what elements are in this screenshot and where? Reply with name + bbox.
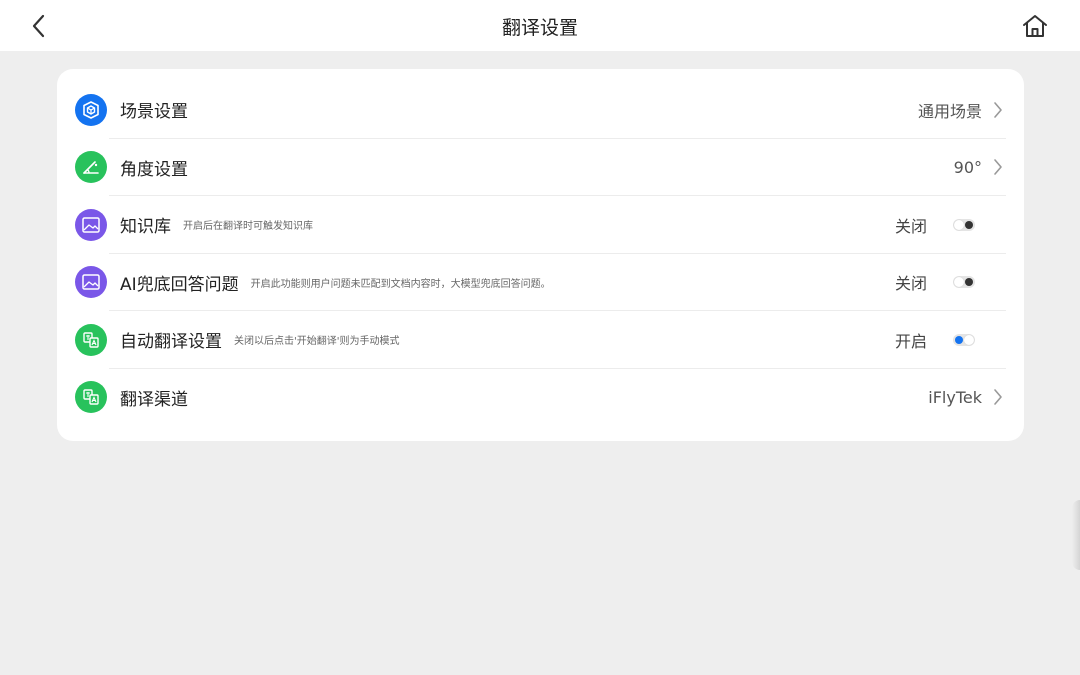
knowledge-base-desc: 开启后在翻译时可触发知识库 [183,221,313,233]
home-button[interactable] [1018,9,1052,43]
home-icon [1023,15,1047,37]
auto-translate-status: 开启 [894,331,927,351]
toggle-knob [965,220,973,229]
ai-fallback-toggle[interactable] [953,276,975,289]
knowledge-base-toggle[interactable] [953,218,975,231]
edge-handle[interactable] [1072,500,1080,570]
translate-channel-label: 翻译渠道 [120,389,188,410]
settings-card: 场景设置 通用场景 角度设置 90° 知识库 开启后在翻译时可触发知识库 关闭 … [57,69,1024,441]
angle-setting-row[interactable]: 角度设置 90° [75,139,1006,197]
translate-icon [75,381,107,414]
scene-setting-value: 通用场景 [917,101,982,121]
angle-setting-label: 角度设置 [120,159,188,180]
scene-setting-row[interactable]: 场景设置 通用场景 [75,81,1006,139]
image-icon [75,208,107,241]
translate-channel-value: iFlyTek [928,387,982,407]
chevron-right-icon [990,386,1006,408]
top-bar: 翻译设置 [0,0,1080,51]
auto-translate-label: 自动翻译设置 [120,332,222,353]
angle-setting-value: 90° [953,157,982,177]
image-icon [75,266,107,299]
auto-translate-row: 自动翻译设置 关闭以后点击'开始翻译'则为手动模式 开启 [75,311,1006,369]
translate-channel-row[interactable]: 翻译渠道 iFlyTek [75,369,1006,427]
chevron-right-icon [990,156,1006,178]
angle-icon [75,151,107,184]
knowledge-base-row: 知识库 开启后在翻译时可触发知识库 关闭 [75,196,1006,254]
ai-fallback-row: AI兜底回答问题 开启此功能则用户问题未匹配到文档内容时，大模型兜底回答问题。 … [75,254,1006,312]
ai-fallback-status: 关闭 [894,274,927,294]
knowledge-base-status: 关闭 [894,216,927,236]
ai-fallback-desc: 开启此功能则用户问题未匹配到文档内容时，大模型兜底回答问题。 [250,278,551,290]
auto-translate-toggle[interactable] [953,333,975,346]
toggle-knob [965,278,973,287]
auto-translate-desc: 关闭以后点击'开始翻译'则为手动模式 [234,336,400,348]
toggle-knob [955,335,963,344]
translate-icon [75,323,107,356]
ai-fallback-label: AI兜底回答问题 [120,274,239,295]
chevron-right-icon [990,99,1006,121]
page-title: 翻译设置 [501,17,578,39]
scene-cube-icon [75,93,107,126]
knowledge-base-label: 知识库 [120,217,171,238]
scene-setting-label: 场景设置 [120,102,188,123]
